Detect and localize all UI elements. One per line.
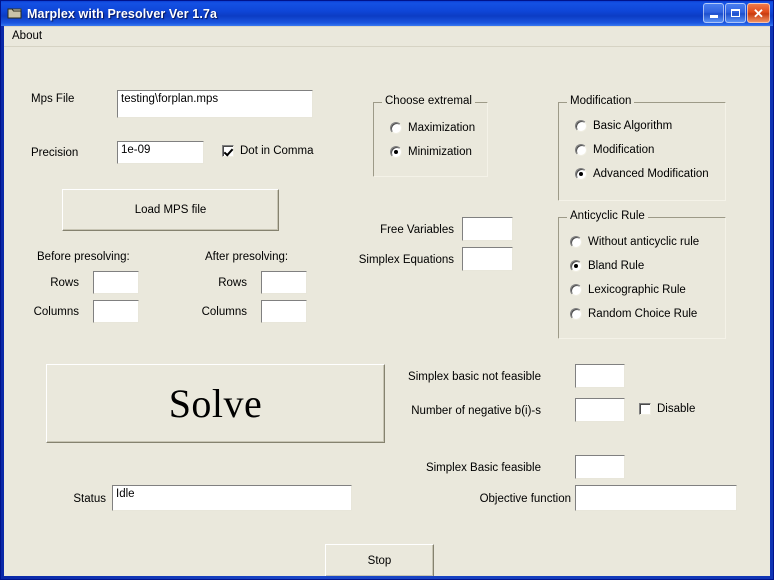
modification-title: Modification	[567, 95, 635, 107]
radio-minimization[interactable]: Minimization	[390, 146, 472, 158]
load-mps-file-button[interactable]: Load MPS file	[62, 189, 279, 231]
radio-random-choice-rule[interactable]: Random Choice Rule	[570, 308, 697, 320]
simplex-basic-not-feasible-label: Simplex basic not feasible	[408, 371, 541, 383]
status-label: Status	[73, 493, 106, 505]
maximize-button[interactable]	[725, 3, 746, 23]
menu-item-about[interactable]: About	[9, 29, 47, 44]
application-window: Marplex with Presolver Ver 1.7a ✕ About …	[0, 0, 774, 580]
radio-lexicographic-rule-label: Lexicographic Rule	[588, 284, 686, 296]
free-variables-input[interactable]	[462, 217, 513, 241]
radio-without-anticyclic-rule[interactable]: Without anticyclic rule	[570, 236, 699, 248]
radio-indicator	[390, 146, 402, 158]
radio-indicator	[570, 236, 582, 248]
minimize-button[interactable]	[703, 3, 724, 23]
after-presolving-title: After presolving:	[205, 251, 289, 263]
menu-bar: About	[4, 27, 770, 47]
radio-modification-label: Modification	[593, 144, 655, 156]
stop-button[interactable]: Stop	[325, 544, 434, 576]
free-variables-label: Free Variables	[380, 224, 454, 236]
close-button[interactable]: ✕	[747, 3, 770, 23]
objective-function-label: Objective function	[479, 493, 571, 505]
choose-extremal-group: Choose extremal Maximization Minimizatio…	[373, 95, 488, 177]
radio-advanced-modification[interactable]: Advanced Modification	[575, 168, 709, 180]
radio-indicator	[570, 308, 582, 320]
window-title: Marplex with Presolver Ver 1.7a	[27, 6, 218, 21]
maximize-icon	[726, 4, 745, 22]
simplex-basic-feasible-input[interactable]	[575, 455, 625, 479]
radio-indicator	[575, 168, 587, 180]
number-of-negative-b-input[interactable]	[575, 398, 625, 422]
radio-indicator	[390, 122, 402, 134]
checkbox-indicator	[222, 145, 234, 157]
radio-indicator	[575, 144, 587, 156]
after-rows-label: Rows	[218, 277, 247, 289]
radio-minimization-label: Minimization	[408, 146, 472, 158]
checkbox-indicator	[639, 403, 651, 415]
disable-label: Disable	[657, 403, 696, 415]
client-area: About Mps File testing\forplan.mps Preci…	[4, 26, 770, 576]
radio-lexicographic-rule[interactable]: Lexicographic Rule	[570, 284, 686, 296]
simplex-equations-input[interactable]	[462, 247, 513, 271]
precision-label: Precision	[31, 147, 79, 159]
modification-group: Modification Basic Algorithm Modificatio…	[558, 95, 726, 201]
simplex-equations-label: Simplex Equations	[358, 254, 454, 266]
anticyclic-rule-title: Anticyclic Rule	[567, 210, 648, 222]
mps-file-input[interactable]: testing\forplan.mps	[117, 90, 313, 118]
after-rows-input[interactable]	[261, 271, 307, 294]
radio-random-choice-rule-label: Random Choice Rule	[588, 308, 698, 320]
number-of-negative-b-label: Number of negative b(i)-s	[411, 405, 541, 417]
radio-bland-rule-label: Bland Rule	[588, 260, 645, 272]
window-controls: ✕	[703, 3, 770, 23]
disable-checkbox[interactable]: Disable	[639, 403, 695, 415]
after-columns-input[interactable]	[261, 300, 307, 323]
after-columns-label: Columns	[201, 306, 247, 318]
anticyclic-rule-group: Anticyclic Rule Without anticyclic rule …	[558, 210, 726, 339]
radio-maximization[interactable]: Maximization	[390, 122, 475, 134]
before-columns-input[interactable]	[93, 300, 139, 323]
app-window-icon	[7, 6, 23, 21]
before-rows-input[interactable]	[93, 271, 139, 294]
radio-indicator	[570, 260, 582, 272]
title-bar[interactable]: Marplex with Presolver Ver 1.7a ✕	[1, 1, 773, 26]
before-columns-label: Columns	[33, 306, 79, 318]
choose-extremal-title: Choose extremal	[382, 95, 475, 107]
radio-indicator	[575, 120, 587, 132]
main-form: Mps File testing\forplan.mps Precision 1…	[4, 47, 770, 576]
status-input[interactable]: Idle	[112, 485, 352, 511]
dot-in-comma-checkbox[interactable]: Dot in Comma	[222, 145, 314, 157]
radio-indicator	[570, 284, 582, 296]
radio-maximization-label: Maximization	[408, 122, 476, 134]
radio-without-anticyclic-rule-label: Without anticyclic rule	[588, 236, 700, 248]
minimize-icon	[704, 4, 723, 22]
simplex-basic-feasible-label: Simplex Basic feasible	[425, 462, 541, 474]
simplex-basic-not-feasible-input[interactable]	[575, 364, 625, 388]
dot-in-comma-label: Dot in Comma	[240, 145, 314, 157]
radio-basic-algorithm-label: Basic Algorithm	[593, 120, 673, 132]
precision-input[interactable]: 1e-09	[117, 141, 204, 164]
before-presolving-title: Before presolving:	[37, 251, 130, 263]
before-rows-label: Rows	[50, 277, 79, 289]
radio-bland-rule[interactable]: Bland Rule	[570, 260, 644, 272]
close-icon: ✕	[753, 5, 764, 21]
radio-basic-algorithm[interactable]: Basic Algorithm	[575, 120, 672, 132]
objective-function-input[interactable]	[575, 485, 737, 511]
radio-modification[interactable]: Modification	[575, 144, 654, 156]
mps-file-label: Mps File	[31, 93, 75, 105]
solve-button[interactable]: Solve	[46, 364, 385, 443]
radio-advanced-modification-label: Advanced Modification	[593, 168, 709, 180]
